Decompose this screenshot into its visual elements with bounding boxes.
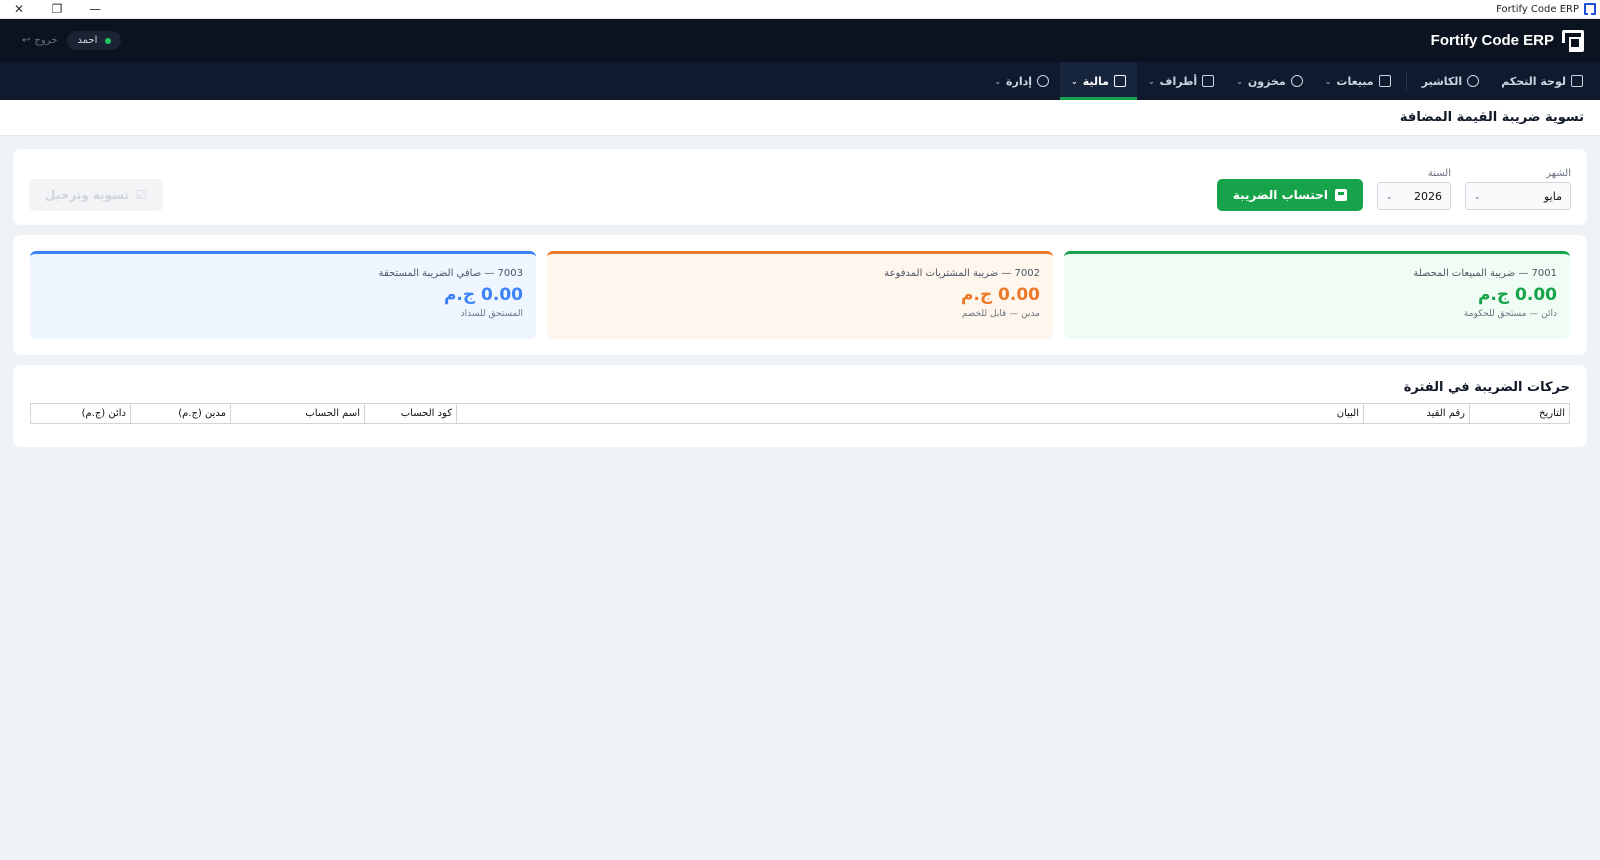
nav-item-inventory[interactable]: مخزون ⌄ xyxy=(1225,62,1314,100)
window-titlebar: ✕ ❐ — Fortify Code ERP xyxy=(0,0,1600,19)
window-controls: ✕ ❐ — xyxy=(0,0,114,19)
chevron-down-icon: ⌄ xyxy=(1147,76,1155,86)
settle-post-label: تسوية وترحيل xyxy=(45,188,129,202)
logout-button[interactable]: ↩ خروج xyxy=(22,35,57,46)
transactions-title: حركات الضريبة في الفترة xyxy=(1403,380,1570,395)
nav-label: أطراف xyxy=(1159,74,1198,88)
cashier-icon xyxy=(1467,75,1480,87)
chevron-down-icon: ⌄ xyxy=(1474,191,1481,201)
calculator-icon xyxy=(1335,189,1347,201)
column-header-account-name[interactable]: اسم الحساب xyxy=(230,403,365,424)
app-logo-icon xyxy=(1584,3,1596,15)
kpi-subtitle: المستحق للسداد xyxy=(460,309,523,319)
settle-post-button[interactable]: ☑ تسوية وترحيل xyxy=(29,179,163,211)
calculate-tax-button[interactable]: احتساب الضريبة xyxy=(1216,179,1363,211)
kpi-card-purchase-tax: 7002 — ضريبة المشتريات المدفوعة 0.00 ج.م… xyxy=(547,251,1053,339)
chevron-down-icon: ⌄ xyxy=(1236,76,1243,86)
logout-label: خروج xyxy=(34,35,58,46)
year-label: السنة xyxy=(1427,168,1451,179)
nav-label: مالية xyxy=(1082,74,1109,88)
column-header-debit[interactable]: مدين (ج.م) xyxy=(130,403,231,424)
column-header-credit[interactable]: دائن (ج.م) xyxy=(30,403,131,424)
filter-card: الشهر مايو ⌄ السنة 2026 ⌄ احتساب الضريبة… xyxy=(13,149,1587,225)
kpi-title: 7002 — ضريبة المشتريات المدفوعة xyxy=(884,268,1040,279)
kpi-section: 7001 — ضريبة المبيعات المحصلة 0.00 ج.م د… xyxy=(13,235,1587,355)
window-title-text: Fortify Code ERP xyxy=(1496,3,1579,15)
filter-group: الشهر مايو ⌄ السنة 2026 ⌄ احتساب الضريبة xyxy=(1216,168,1571,211)
transactions-table: التاريخ رقم القيد البيان كود الحساب اسم … xyxy=(30,403,1570,424)
receipt-icon xyxy=(1378,75,1391,87)
nav-item-dashboard[interactable]: لوحة التحكم xyxy=(1490,62,1594,100)
table-header-row: التاريخ رقم القيد البيان كود الحساب اسم … xyxy=(30,403,1570,424)
user-name: احمد xyxy=(77,35,98,46)
minimize-icon[interactable]: — xyxy=(76,0,114,19)
brand-name: Fortify Code ERP xyxy=(1430,32,1554,49)
kpi-title: 7001 — ضريبة المبيعات المحصلة xyxy=(1413,268,1557,279)
page-title-bar: تسوية ضريبة القيمة المضافة xyxy=(0,100,1600,136)
logout-icon: ↩ xyxy=(22,35,31,46)
chevron-down-icon: ⌄ xyxy=(1324,76,1332,86)
month-label: الشهر xyxy=(1546,168,1571,179)
gear-icon xyxy=(1037,75,1050,87)
app-header: ↩ خروج احمد Fortify Code ERP xyxy=(0,19,1600,62)
main-nav: لوحة التحكم الكاشير مبيعات ⌄ مخزون ⌄ أطر… xyxy=(0,62,1600,100)
kpi-value: 0.00 ج.م xyxy=(1477,285,1557,305)
column-header-account-code[interactable]: كود الحساب xyxy=(364,403,457,424)
chevron-down-icon: ⌄ xyxy=(994,76,1002,86)
kpi-subtitle: دائن — مستحق للحكومة xyxy=(1463,309,1557,319)
month-select[interactable]: مايو ⌄ xyxy=(1465,182,1571,210)
page-title: تسوية ضريبة القيمة المضافة xyxy=(1399,110,1584,125)
kpi-value: 0.00 ج.م xyxy=(960,285,1040,305)
year-field: السنة 2026 ⌄ xyxy=(1377,168,1451,210)
nav-label: مبيعات xyxy=(1336,74,1374,88)
header-user-area: ↩ خروج احمد xyxy=(22,31,122,50)
nav-label: لوحة التحكم xyxy=(1501,74,1566,88)
brand-logo-icon xyxy=(1562,29,1584,52)
kpi-card-sales-tax: 7001 — ضريبة المبيعات المحصلة 0.00 ج.م د… xyxy=(1064,251,1570,339)
page-content: الشهر مايو ⌄ السنة 2026 ⌄ احتساب الضريبة… xyxy=(0,136,1600,470)
nav-item-sales[interactable]: مبيعات ⌄ xyxy=(1314,62,1402,100)
chevron-down-icon: ⌄ xyxy=(1071,76,1078,86)
nav-item-parties[interactable]: أطراف ⌄ xyxy=(1137,62,1225,100)
kpi-card-net-tax: 7003 — صافي الضريبة المستحقة 0.00 ج.م ال… xyxy=(30,251,536,339)
nav-divider xyxy=(1405,72,1407,90)
people-icon xyxy=(1202,75,1215,87)
calculate-tax-label: احتساب الضريبة xyxy=(1232,188,1328,202)
calculator-icon xyxy=(1113,75,1126,87)
nav-item-admin[interactable]: إدارة ⌄ xyxy=(983,62,1060,100)
window-title: Fortify Code ERP xyxy=(1496,3,1600,15)
kpi-subtitle: مدين — قابل للخصم xyxy=(961,309,1040,319)
nav-item-cashier[interactable]: الكاشير xyxy=(1411,62,1491,100)
transactions-card: حركات الضريبة في الفترة التاريخ رقم القي… xyxy=(13,365,1587,447)
restore-icon[interactable]: ❐ xyxy=(38,0,76,19)
year-value: 2026 xyxy=(1414,189,1442,203)
close-icon[interactable]: ✕ xyxy=(0,0,38,19)
user-badge[interactable]: احمد xyxy=(67,31,122,50)
nav-label: إدارة xyxy=(1006,74,1033,88)
month-value: مايو xyxy=(1544,189,1562,203)
online-status-icon xyxy=(105,37,112,44)
chevron-down-icon: ⌄ xyxy=(1386,191,1393,201)
dashboard-icon xyxy=(1571,75,1583,87)
nav-label: الكاشير xyxy=(1421,74,1463,88)
column-header-entry-no[interactable]: رقم القيد xyxy=(1363,403,1470,424)
column-header-date[interactable]: التاريخ xyxy=(1469,403,1570,424)
box-icon xyxy=(1290,75,1303,87)
year-select[interactable]: 2026 ⌄ xyxy=(1377,182,1451,210)
month-field: الشهر مايو ⌄ xyxy=(1465,168,1571,210)
brand: Fortify Code ERP xyxy=(1430,29,1584,52)
check-box-icon: ☑ xyxy=(135,188,147,202)
nav-item-finance[interactable]: مالية ⌄ xyxy=(1060,62,1137,100)
column-header-description[interactable]: البيان xyxy=(456,403,1364,424)
kpi-title: 7003 — صافي الضريبة المستحقة xyxy=(378,268,523,279)
kpi-value: 0.00 ج.م xyxy=(443,285,523,305)
nav-label: مخزون xyxy=(1247,74,1286,88)
